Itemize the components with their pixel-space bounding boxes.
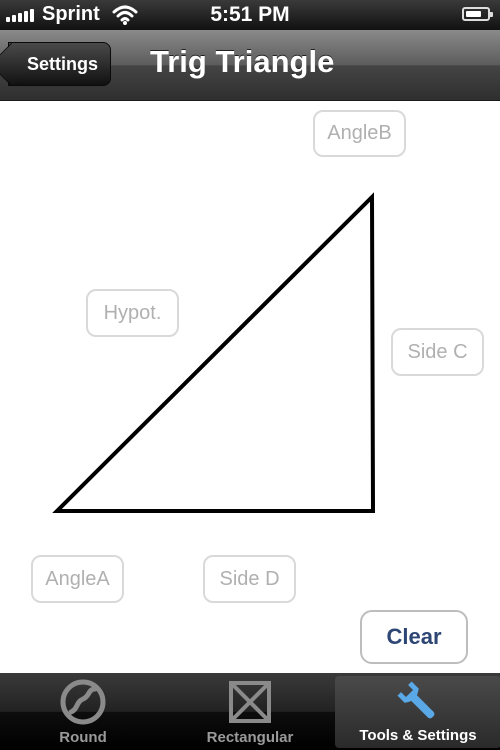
tab-rectangular-label: Rectangular (206, 729, 294, 746)
status-time: 5:51 PM (210, 3, 290, 26)
side-d-field[interactable]: Side D (203, 555, 296, 603)
tab-bar: Round Rectangular Tools & Settings (0, 673, 500, 750)
angle-a-field[interactable]: AngleA (31, 555, 124, 603)
tab-round-label: Round (59, 729, 107, 746)
tab-rectangular[interactable]: Rectangular (167, 673, 333, 750)
battery-level (466, 11, 481, 17)
clear-button[interactable]: Clear (360, 610, 468, 664)
back-button-label: Settings (27, 53, 99, 74)
right-triangle (52, 192, 376, 513)
navigation-bar: Settings Trig Triangle (0, 30, 500, 101)
battery-icon (462, 7, 493, 21)
page-title: Trig Triangle (150, 44, 335, 79)
wrench-icon (397, 681, 435, 719)
tab-round[interactable]: Round (0, 673, 166, 750)
angle-b-field[interactable]: AngleB (313, 110, 406, 157)
settings-back-button[interactable]: Settings (8, 42, 112, 86)
tab-tools-settings[interactable]: Tools & Settings (335, 676, 500, 748)
round-icon (60, 679, 106, 725)
status-bar: Sprint 5:51 PM (0, 0, 500, 30)
hypotenuse-field[interactable]: Hypot. (86, 289, 179, 337)
rectangular-icon (229, 681, 271, 723)
tab-tools-settings-label: Tools & Settings (359, 727, 477, 744)
side-c-field[interactable]: Side C (391, 328, 484, 376)
